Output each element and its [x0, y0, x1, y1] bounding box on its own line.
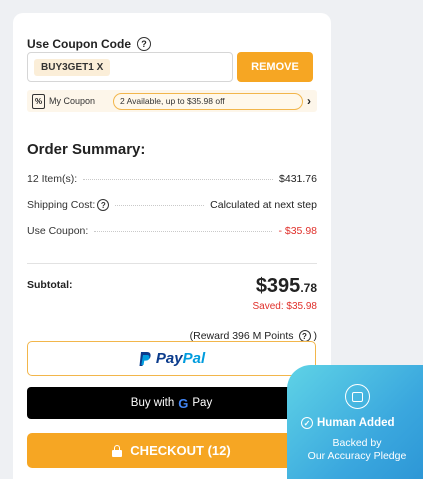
- gpay-prefix: Buy with: [130, 397, 175, 409]
- checkout-label: CHECKOUT (12): [130, 443, 231, 458]
- items-value: $431.76: [279, 173, 317, 185]
- check-circle-icon: ✓: [301, 417, 313, 429]
- badge-title-text: Human Added: [317, 417, 395, 429]
- applied-coupon-chip[interactable]: BUY3GET1 X: [34, 58, 111, 76]
- subtotal-amount: $395.78: [256, 275, 317, 298]
- paypal-text-b: Pal: [182, 350, 206, 367]
- subtotal-label: Subtotal:: [27, 279, 73, 291]
- dotted-leader: [83, 178, 274, 180]
- cart-summary-card: Use Coupon Code ? BUY3GET1 X REMOVE % My…: [13, 13, 331, 479]
- house-icon: [345, 384, 370, 409]
- checkout-button[interactable]: CHECKOUT (12): [27, 433, 316, 468]
- paypal-logo-text: PayPal: [156, 350, 205, 367]
- help-icon[interactable]: ?: [137, 37, 151, 51]
- chevron-right-icon[interactable]: ›: [307, 94, 311, 108]
- paypal-icon: [139, 351, 151, 366]
- subtotal-cents: .78: [300, 281, 317, 295]
- coupon-ticket-icon: %: [32, 93, 45, 109]
- lock-icon: [112, 444, 123, 457]
- badge-line-1: Backed by: [332, 437, 382, 449]
- reward-close-paren: ): [313, 330, 318, 342]
- my-coupon-row[interactable]: % My Coupon 2 Available, up to $35.98 of…: [27, 90, 317, 112]
- badge-line-2: Our Accuracy Pledge: [307, 450, 407, 462]
- shipping-label: Shipping Cost:: [27, 199, 96, 211]
- saved-amount: Saved: $35.98: [252, 301, 318, 312]
- summary-divider: [27, 263, 317, 264]
- summary-row-coupon: Use Coupon: - $35.98: [27, 223, 317, 239]
- coupon-discount-label: Use Coupon:: [27, 225, 89, 237]
- shipping-value: Calculated at next step: [210, 199, 317, 211]
- order-summary-title: Order Summary:: [27, 141, 146, 158]
- summary-row-shipping: Shipping Cost: ? Calculated at next step: [27, 197, 317, 213]
- shipping-help-icon[interactable]: ?: [97, 199, 110, 211]
- badge-title: ✓ Human Added: [301, 417, 395, 429]
- coupon-title-text: Use Coupon Code: [27, 37, 131, 51]
- items-label: 12 Item(s):: [27, 173, 78, 185]
- coupon-discount-value: - $35.98: [278, 225, 317, 237]
- paypal-text-a: Pay: [155, 350, 183, 367]
- coupon-section-title: Use Coupon Code ?: [27, 37, 151, 51]
- accuracy-pledge-badge: ✓ Human Added Backed by Our Accuracy Ple…: [287, 365, 423, 479]
- my-coupon-label: My Coupon: [49, 96, 96, 106]
- summary-row-items: 12 Item(s): $431.76: [27, 171, 317, 187]
- coupon-code-input[interactable]: BUY3GET1 X: [27, 52, 233, 82]
- google-g-icon: G: [178, 395, 189, 411]
- dotted-leader: [94, 230, 273, 232]
- paypal-button[interactable]: PayPal: [27, 341, 316, 376]
- remove-coupon-button[interactable]: REMOVE: [237, 52, 313, 82]
- google-pay-button[interactable]: Buy with G Pay: [27, 387, 316, 419]
- gpay-pay-text: Pay: [192, 397, 213, 409]
- subtotal-dollars: $395: [255, 275, 301, 297]
- dotted-leader: [115, 204, 205, 206]
- available-coupons-pill[interactable]: 2 Available, up to $35.98 off: [113, 92, 304, 110]
